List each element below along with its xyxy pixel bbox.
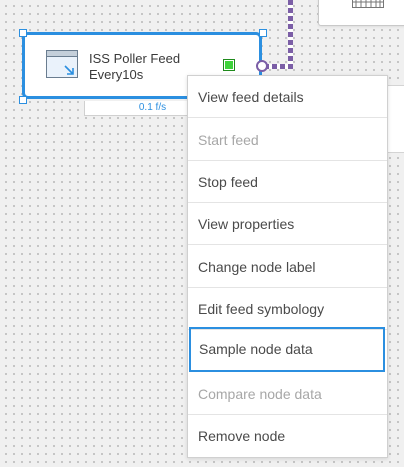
output-port[interactable] <box>256 60 268 72</box>
menu-item-compare-node-data: Compare node data <box>188 373 387 415</box>
menu-item-remove-node[interactable]: Remove node <box>188 415 387 457</box>
connector-line-horizontal[interactable] <box>264 64 293 69</box>
context-menu: View feed details Start feed Stop feed V… <box>187 75 388 458</box>
menu-item-sample-node-data[interactable]: Sample node data <box>189 327 385 372</box>
window-arrow-icon <box>46 50 78 78</box>
resize-handle-top-left[interactable] <box>19 29 27 37</box>
menu-item-change-node-label[interactable]: Change node label <box>188 246 387 288</box>
status-indicator <box>223 59 235 71</box>
menu-item-start-feed: Start feed <box>188 119 387 161</box>
menu-item-edit-feed-symbology[interactable]: Edit feed symbology <box>188 288 387 330</box>
connector-line-vertical[interactable] <box>288 0 293 67</box>
keyboard-icon <box>352 0 384 8</box>
resize-handle-bottom-left[interactable] <box>19 96 27 104</box>
partial-node-top[interactable] <box>318 0 404 26</box>
menu-item-view-properties[interactable]: View properties <box>188 203 387 245</box>
feed-node-title-line1: ISS Poller Feed <box>89 51 181 66</box>
workflow-canvas[interactable]: ISS Poller Feed Every10s 0.1 f/s View fe… <box>0 0 404 467</box>
menu-item-view-feed-details[interactable]: View feed details <box>188 76 387 118</box>
menu-item-stop-feed[interactable]: Stop feed <box>188 161 387 203</box>
resize-handle-top-right[interactable] <box>259 29 267 37</box>
